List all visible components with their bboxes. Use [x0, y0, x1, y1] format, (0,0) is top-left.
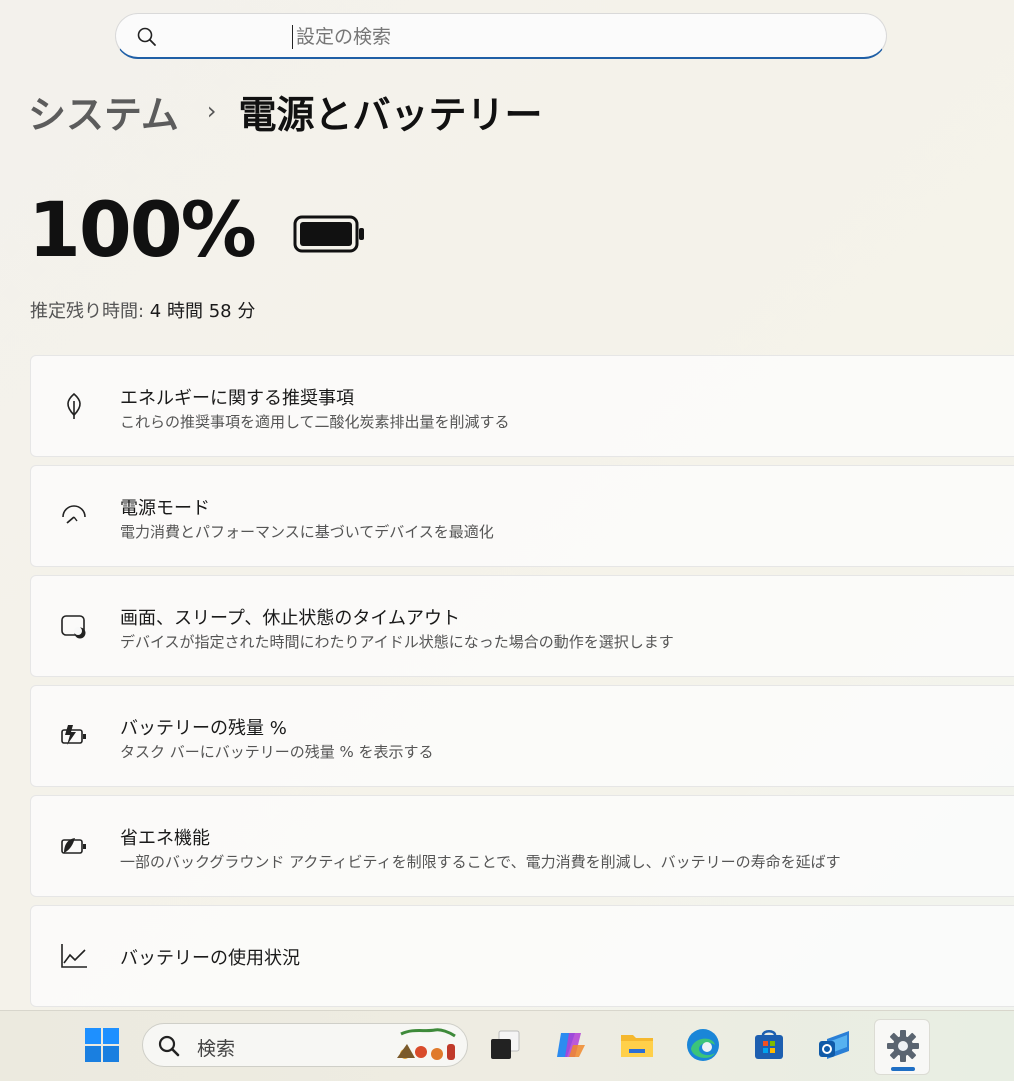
- gauge-icon: [62, 505, 86, 524]
- energy-saver-card[interactable]: 省エネ機能 一部のバックグラウンド アクティビティを制限することで、電力消費を削…: [30, 795, 1014, 897]
- card-description: タスク バーにバッテリーの残量 % を表示する: [120, 743, 434, 761]
- search-highlight-icon: [397, 1028, 456, 1060]
- active-app-indicator: [891, 1067, 915, 1071]
- task-view-icon[interactable]: [487, 1027, 523, 1063]
- outlook-icon[interactable]: [817, 1027, 853, 1063]
- search-icon: [158, 1035, 180, 1057]
- battery-full-icon: [293, 215, 364, 252]
- battery-percent: 100%: [28, 185, 257, 274]
- card-title: エネルギーに関する推奨事項: [120, 388, 354, 409]
- remaining-value: 4 時間 58 分: [149, 301, 256, 322]
- card-description: これらの推奨事項を適用して二酸化炭素排出量を削減する: [120, 413, 510, 431]
- card-description: 一部のバックグラウンド アクティビティを制限することで、電力消費を削減し、バッテ…: [120, 853, 841, 871]
- copilot-icon[interactable]: [553, 1027, 589, 1063]
- windows-start-icon[interactable]: [84, 1027, 120, 1063]
- battery-saver-icon: [61, 838, 86, 854]
- settings-taskbar-button[interactable]: [874, 1019, 930, 1075]
- energy-recommendations-card[interactable]: エネルギーに関する推奨事項 これらの推奨事項を適用して二酸化炭素排出量を削減する: [30, 355, 1014, 457]
- card-description: デバイスが指定された時間にわたりアイドル状態になった場合の動作を選択します: [120, 633, 674, 651]
- taskbar-search-label: 検索: [197, 1038, 236, 1060]
- file-explorer-icon[interactable]: [619, 1027, 655, 1063]
- store-icon[interactable]: [751, 1027, 787, 1063]
- screen-sleep-timeout-card[interactable]: 画面、スリープ、休止状態のタイムアウト デバイスが指定された時間にわたりアイドル…: [30, 575, 1014, 677]
- card-title: 画面、スリープ、休止状態のタイムアウト: [120, 608, 461, 629]
- remaining-label: 推定残り時間:: [30, 301, 150, 322]
- page-title: 電源とバッテリー: [238, 92, 543, 137]
- taskbar: 検索: [0, 1010, 1014, 1081]
- battery-status: 100%: [28, 185, 367, 274]
- card-title: バッテリーの残量 %: [120, 718, 287, 739]
- search-input[interactable]: [294, 22, 858, 52]
- search-icon: [137, 27, 156, 46]
- breadcrumb: システム › 電源とバッテリー: [28, 84, 543, 139]
- chart-line-icon: [61, 944, 87, 968]
- card-title: 電源モード: [120, 498, 210, 519]
- battery-percentage-card[interactable]: バッテリーの残量 % タスク バーにバッテリーの残量 % を表示する: [30, 685, 1014, 787]
- edge-icon[interactable]: [685, 1027, 721, 1063]
- battery-charge-icon: [61, 725, 86, 745]
- breadcrumb-system-link[interactable]: システム: [28, 84, 179, 139]
- card-title: バッテリーの使用状況: [120, 948, 300, 969]
- battery-usage-card[interactable]: バッテリーの使用状況: [30, 905, 1014, 1007]
- screen-sleep-icon: [61, 615, 86, 639]
- power-mode-card[interactable]: 電源モード 電力消費とパフォーマンスに基づいてデバイスを最適化: [30, 465, 1014, 567]
- card-title: 省エネ機能: [120, 828, 210, 849]
- settings-icon: [887, 1030, 919, 1062]
- taskbar-search[interactable]: 検索: [142, 1023, 468, 1067]
- estimated-time-remaining: 推定残り時間: 4 時間 58 分: [30, 297, 255, 323]
- settings-search-box[interactable]: [115, 13, 887, 59]
- card-description: 電力消費とパフォーマンスに基づいてデバイスを最適化: [120, 523, 494, 541]
- leaf-icon: [67, 392, 81, 419]
- breadcrumb-separator: ›: [206, 97, 217, 125]
- text-caret: [292, 25, 293, 49]
